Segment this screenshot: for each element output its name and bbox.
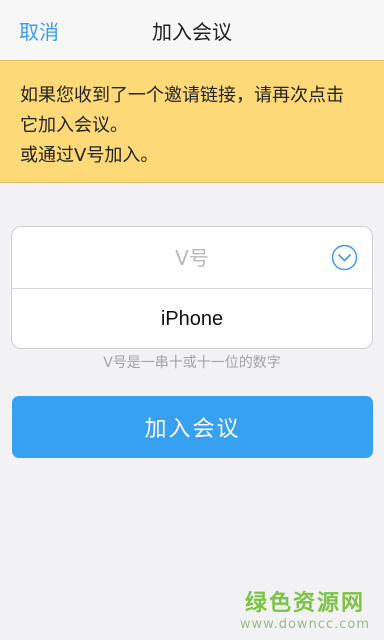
invite-notice: 如果您收到了一个邀请链接，请再次点击 它加入会议。 或通过V号加入。 — [0, 60, 384, 183]
vnumber-hint: V号是一串十或十一位的数字 — [103, 355, 281, 371]
vnumber-input[interactable] — [12, 227, 372, 288]
chevron-down-circle-icon[interactable] — [331, 244, 358, 271]
watermark-url: www.downcc.com — [239, 617, 370, 632]
join-form — [11, 226, 373, 349]
notice-line: 它加入会议。 — [20, 115, 128, 136]
page-title: 加入会议 — [152, 20, 232, 44]
display-name-input[interactable] — [12, 289, 372, 349]
vnumber-row — [12, 227, 372, 288]
notice-line: 或通过V号加入。 — [20, 145, 159, 166]
display-name-row — [12, 288, 372, 349]
watermark: 绿色资源网 www.downcc.com — [240, 585, 370, 632]
join-meeting-button[interactable]: 加入会议 — [12, 396, 373, 458]
notice-line: 如果您收到了一个邀请链接，请再次点击 — [20, 85, 344, 106]
nav-bar: 取消 加入会议 — [0, 0, 384, 60]
watermark-title: 绿色资源网 — [244, 591, 365, 616]
